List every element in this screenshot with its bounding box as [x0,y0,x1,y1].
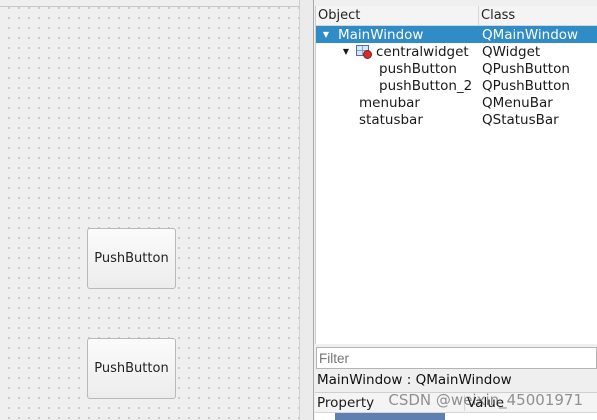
canvas-edge [0,6,300,7]
tree-row-centralwidget[interactable]: ▼ centralwidget QWidget [316,43,597,60]
tree-row-menubar[interactable]: menubar QMenuBar [316,94,597,111]
push-button-1[interactable]: PushButton [87,228,176,289]
object-name: menubar [359,94,420,111]
property-editor-title: MainWindow : QMainWindow [317,372,512,388]
class-name: QWidget [482,43,541,60]
qt-designer-window: PushButton PushButton Object Class ▼ Mai… [0,0,597,420]
class-name: QStatusBar [482,111,559,128]
push-button-2[interactable]: PushButton [87,338,176,399]
column-header-object[interactable]: Object [316,6,479,25]
form-canvas[interactable]: PushButton PushButton [0,0,300,420]
object-name: centralwidget [376,43,469,60]
class-name: QMenuBar [482,94,553,111]
tree-header: Object Class [316,6,597,26]
column-header-class[interactable]: Class [479,6,597,25]
object-name: statusbar [359,111,423,128]
expand-arrow-icon[interactable]: ▼ [320,30,332,39]
property-filter-input[interactable] [316,347,597,369]
expand-arrow-icon[interactable]: ▼ [340,47,352,56]
tree-row-pushbutton[interactable]: pushButton QPushButton [316,60,597,77]
watermark-text: CSDN @weixin_45001971 [388,391,583,409]
right-dock: Object Class ▼ MainWindow QMainWindow ▼ … [315,0,597,420]
object-name: pushButton_2 [379,77,473,94]
tree-row-pushbutton-2[interactable]: pushButton_2 QPushButton [316,77,597,94]
splitter-handle[interactable] [300,0,314,420]
object-inspector-tree[interactable]: Object Class ▼ MainWindow QMainWindow ▼ … [315,6,597,344]
object-name: pushButton [379,60,457,77]
tree-row-statusbar[interactable]: statusbar QStatusBar [316,111,597,128]
broken-layout-widget-icon [356,44,372,59]
class-name: QPushButton [482,60,570,77]
object-name: MainWindow [338,26,424,43]
property-group-row[interactable] [335,413,445,420]
class-name: QMainWindow [482,26,579,43]
tree-row-mainwindow[interactable]: ▼ MainWindow QMainWindow [316,26,597,43]
class-name: QPushButton [482,77,570,94]
